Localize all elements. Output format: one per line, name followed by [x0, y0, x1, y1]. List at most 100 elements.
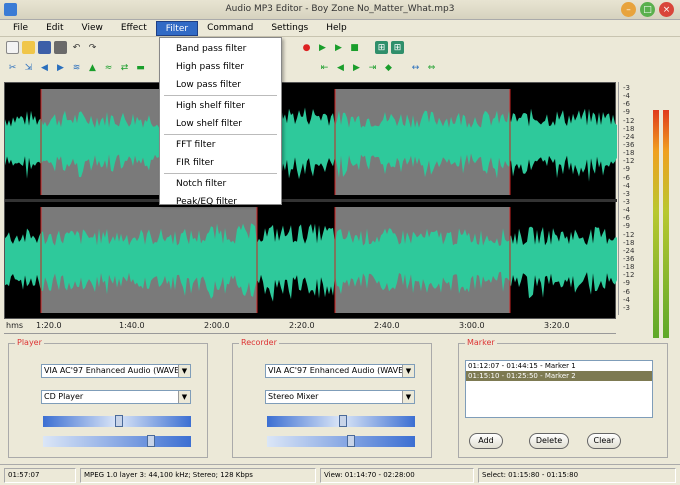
fade-out-icon[interactable]: ▶: [54, 61, 67, 74]
chevron-down-icon: ▼: [178, 391, 190, 403]
chevron-down-icon: ▼: [402, 391, 414, 403]
reverse-icon[interactable]: ⇄: [118, 61, 131, 74]
add-marker-button[interactable]: Add: [469, 433, 503, 449]
db-ruler-tick: -4: [623, 295, 630, 304]
delete-marker-button[interactable]: Delete: [529, 433, 569, 449]
db-ruler-tick: -3: [623, 303, 630, 312]
marker-list[interactable]: 01:12:07 - 01:44:15 - Marker 1 01:15:10 …: [465, 360, 653, 418]
menu-view[interactable]: View: [73, 21, 112, 36]
normalize-icon[interactable]: ≋: [70, 61, 83, 74]
player-title: Player: [15, 338, 44, 347]
recorder-source-select[interactable]: Stereo Mixer ▼: [265, 390, 415, 404]
recorder-balance-slider[interactable]: [267, 435, 415, 447]
chevron-down-icon: ▼: [402, 365, 414, 377]
go-end-icon[interactable]: ⇥: [366, 61, 379, 74]
menu-item-low-pass[interactable]: Low pass filter: [160, 76, 281, 94]
status-select: Select: 01:15:80 - 01:15:80: [478, 468, 676, 483]
maximize-button[interactable]: □: [640, 2, 655, 17]
db-ruler-tick: -12: [623, 116, 635, 125]
menu-file[interactable]: File: [4, 21, 37, 36]
player-balance-slider[interactable]: [43, 435, 191, 447]
silence-icon[interactable]: ▬: [134, 61, 147, 74]
marker-row-selected[interactable]: 01:15:10 - 01:25:50 - Marker 2: [466, 371, 652, 381]
menu-item-high-pass[interactable]: High pass filter: [160, 58, 281, 76]
menu-item-fft[interactable]: FFT filter: [160, 136, 281, 154]
menu-item-high-shelf[interactable]: High shelf filter: [160, 97, 281, 115]
recorder-balance-thumb[interactable]: [347, 435, 355, 447]
db-ruler-tick: -18: [623, 149, 635, 158]
level-meter-right: [663, 110, 669, 338]
player-source-select[interactable]: CD Player ▼: [41, 390, 191, 404]
loop-icon[interactable]: ◆: [382, 61, 395, 74]
prev-marker-icon[interactable]: ◀: [334, 61, 347, 74]
title-bar: Audio MP3 Editor - Boy Zone No_Matter_Wh…: [0, 0, 680, 20]
waveform-channel-right[interactable]: [5, 207, 617, 313]
cut-icon[interactable]: ✂: [6, 61, 19, 74]
waveform-channel-left[interactable]: [5, 89, 617, 195]
play-selection-icon[interactable]: ▶: [332, 41, 345, 54]
player-volume-thumb[interactable]: [115, 415, 123, 427]
menu-item-band-pass[interactable]: Band pass filter: [160, 40, 281, 58]
recorder-volume-slider[interactable]: [267, 415, 415, 427]
zoom-all-icon[interactable]: ⊞: [391, 41, 404, 54]
player-device-select[interactable]: VIA AC'97 Enhanced Audio (WAVE) ▼: [41, 364, 191, 378]
db-ruler-tick: -18: [623, 263, 635, 272]
player-volume-slider[interactable]: [43, 415, 191, 427]
time-axis-tick: 2:20.0: [289, 321, 315, 330]
time-axis-tick: 2:40.0: [374, 321, 400, 330]
menu-divider: [164, 134, 277, 135]
db-ruler-tick: -9: [623, 222, 630, 231]
window-title: Audio MP3 Editor - Boy Zone No_Matter_Wh…: [225, 4, 455, 14]
db-ruler-tick: -36: [623, 255, 635, 263]
waveform-editor[interactable]: [4, 82, 617, 319]
amplify-icon[interactable]: ▲: [86, 61, 99, 74]
db-ruler-tick: -24: [623, 132, 635, 141]
menu-edit[interactable]: Edit: [37, 21, 72, 36]
stop-icon[interactable]: ■: [348, 41, 361, 54]
menu-command[interactable]: Command: [198, 21, 262, 36]
fade-in-icon[interactable]: ◀: [38, 61, 51, 74]
filter-menu: Band pass filter High pass filter Low pa…: [159, 37, 282, 207]
time-axis-tick: 2:00.0: [204, 321, 230, 330]
db-ruler-tick: -18: [623, 124, 635, 133]
menu-item-fir[interactable]: FIR filter: [160, 154, 281, 172]
menu-item-peak-eq[interactable]: Peak/EQ filter: [160, 193, 281, 211]
next-marker-icon[interactable]: ▶: [350, 61, 363, 74]
clear-markers-button[interactable]: Clear: [587, 433, 621, 449]
menu-item-notch[interactable]: Notch filter: [160, 175, 281, 193]
minimize-button[interactable]: –: [621, 2, 636, 17]
new-file-icon[interactable]: [6, 41, 19, 54]
zoom-selection-icon[interactable]: ⊞: [375, 41, 388, 54]
recorder-volume-thumb[interactable]: [339, 415, 347, 427]
menu-help[interactable]: Help: [317, 21, 356, 36]
recorder-device-select[interactable]: VIA AC'97 Enhanced Audio (WAVE) ▼: [265, 364, 415, 378]
save-icon[interactable]: [38, 41, 51, 54]
zoom-in-h-icon[interactable]: ↔: [409, 61, 422, 74]
open-folder-icon[interactable]: [22, 41, 35, 54]
go-start-icon[interactable]: ⇤: [318, 61, 331, 74]
zoom-out-h-icon[interactable]: ⇔: [425, 61, 438, 74]
menu-settings[interactable]: Settings: [262, 21, 317, 36]
trim-icon[interactable]: ⇲: [22, 61, 35, 74]
save-as-icon[interactable]: [54, 41, 67, 54]
marker-row[interactable]: 01:12:07 - 01:44:15 - Marker 1: [466, 361, 652, 371]
menu-effect[interactable]: Effect: [112, 21, 156, 36]
db-ruler: -3 -4 -6 -9 -12 -18 -24 -36 -18 -12 -9 -6 -4 -3 -3 -4 -6…: [618, 82, 646, 315]
time-axis-tick: 1:40.0: [119, 321, 145, 330]
menu-item-low-shelf[interactable]: Low shelf filter: [160, 115, 281, 133]
player-panel: Player VIA AC'97 Enhanced Audio (WAVE) ▼ …: [8, 338, 208, 458]
recorder-panel: Recorder VIA AC'97 Enhanced Audio (WAVE)…: [232, 338, 432, 458]
undo-icon[interactable]: ↶: [70, 41, 83, 54]
toolbar-edit: ✂ ⇲ ◀ ▶ ≋ ▲ ≈ ⇄ ▬ ⇤ ◀ ▶ ⇥ ◆ ↔ ⇔: [0, 58, 680, 77]
status-view: View: 01:14:70 - 02:28:00: [320, 468, 474, 483]
db-ruler-tick: -9: [623, 279, 630, 288]
record-icon[interactable]: ●: [300, 41, 313, 54]
menu-filter[interactable]: Filter: [155, 20, 199, 36]
player-balance-thumb[interactable]: [147, 435, 155, 447]
echo-icon[interactable]: ≈: [102, 61, 115, 74]
recorder-title: Recorder: [239, 338, 279, 347]
time-axis-tick: 3:00.0: [459, 321, 485, 330]
redo-icon[interactable]: ↷: [86, 41, 99, 54]
play-icon[interactable]: ▶: [316, 41, 329, 54]
close-button[interactable]: ×: [659, 2, 674, 17]
